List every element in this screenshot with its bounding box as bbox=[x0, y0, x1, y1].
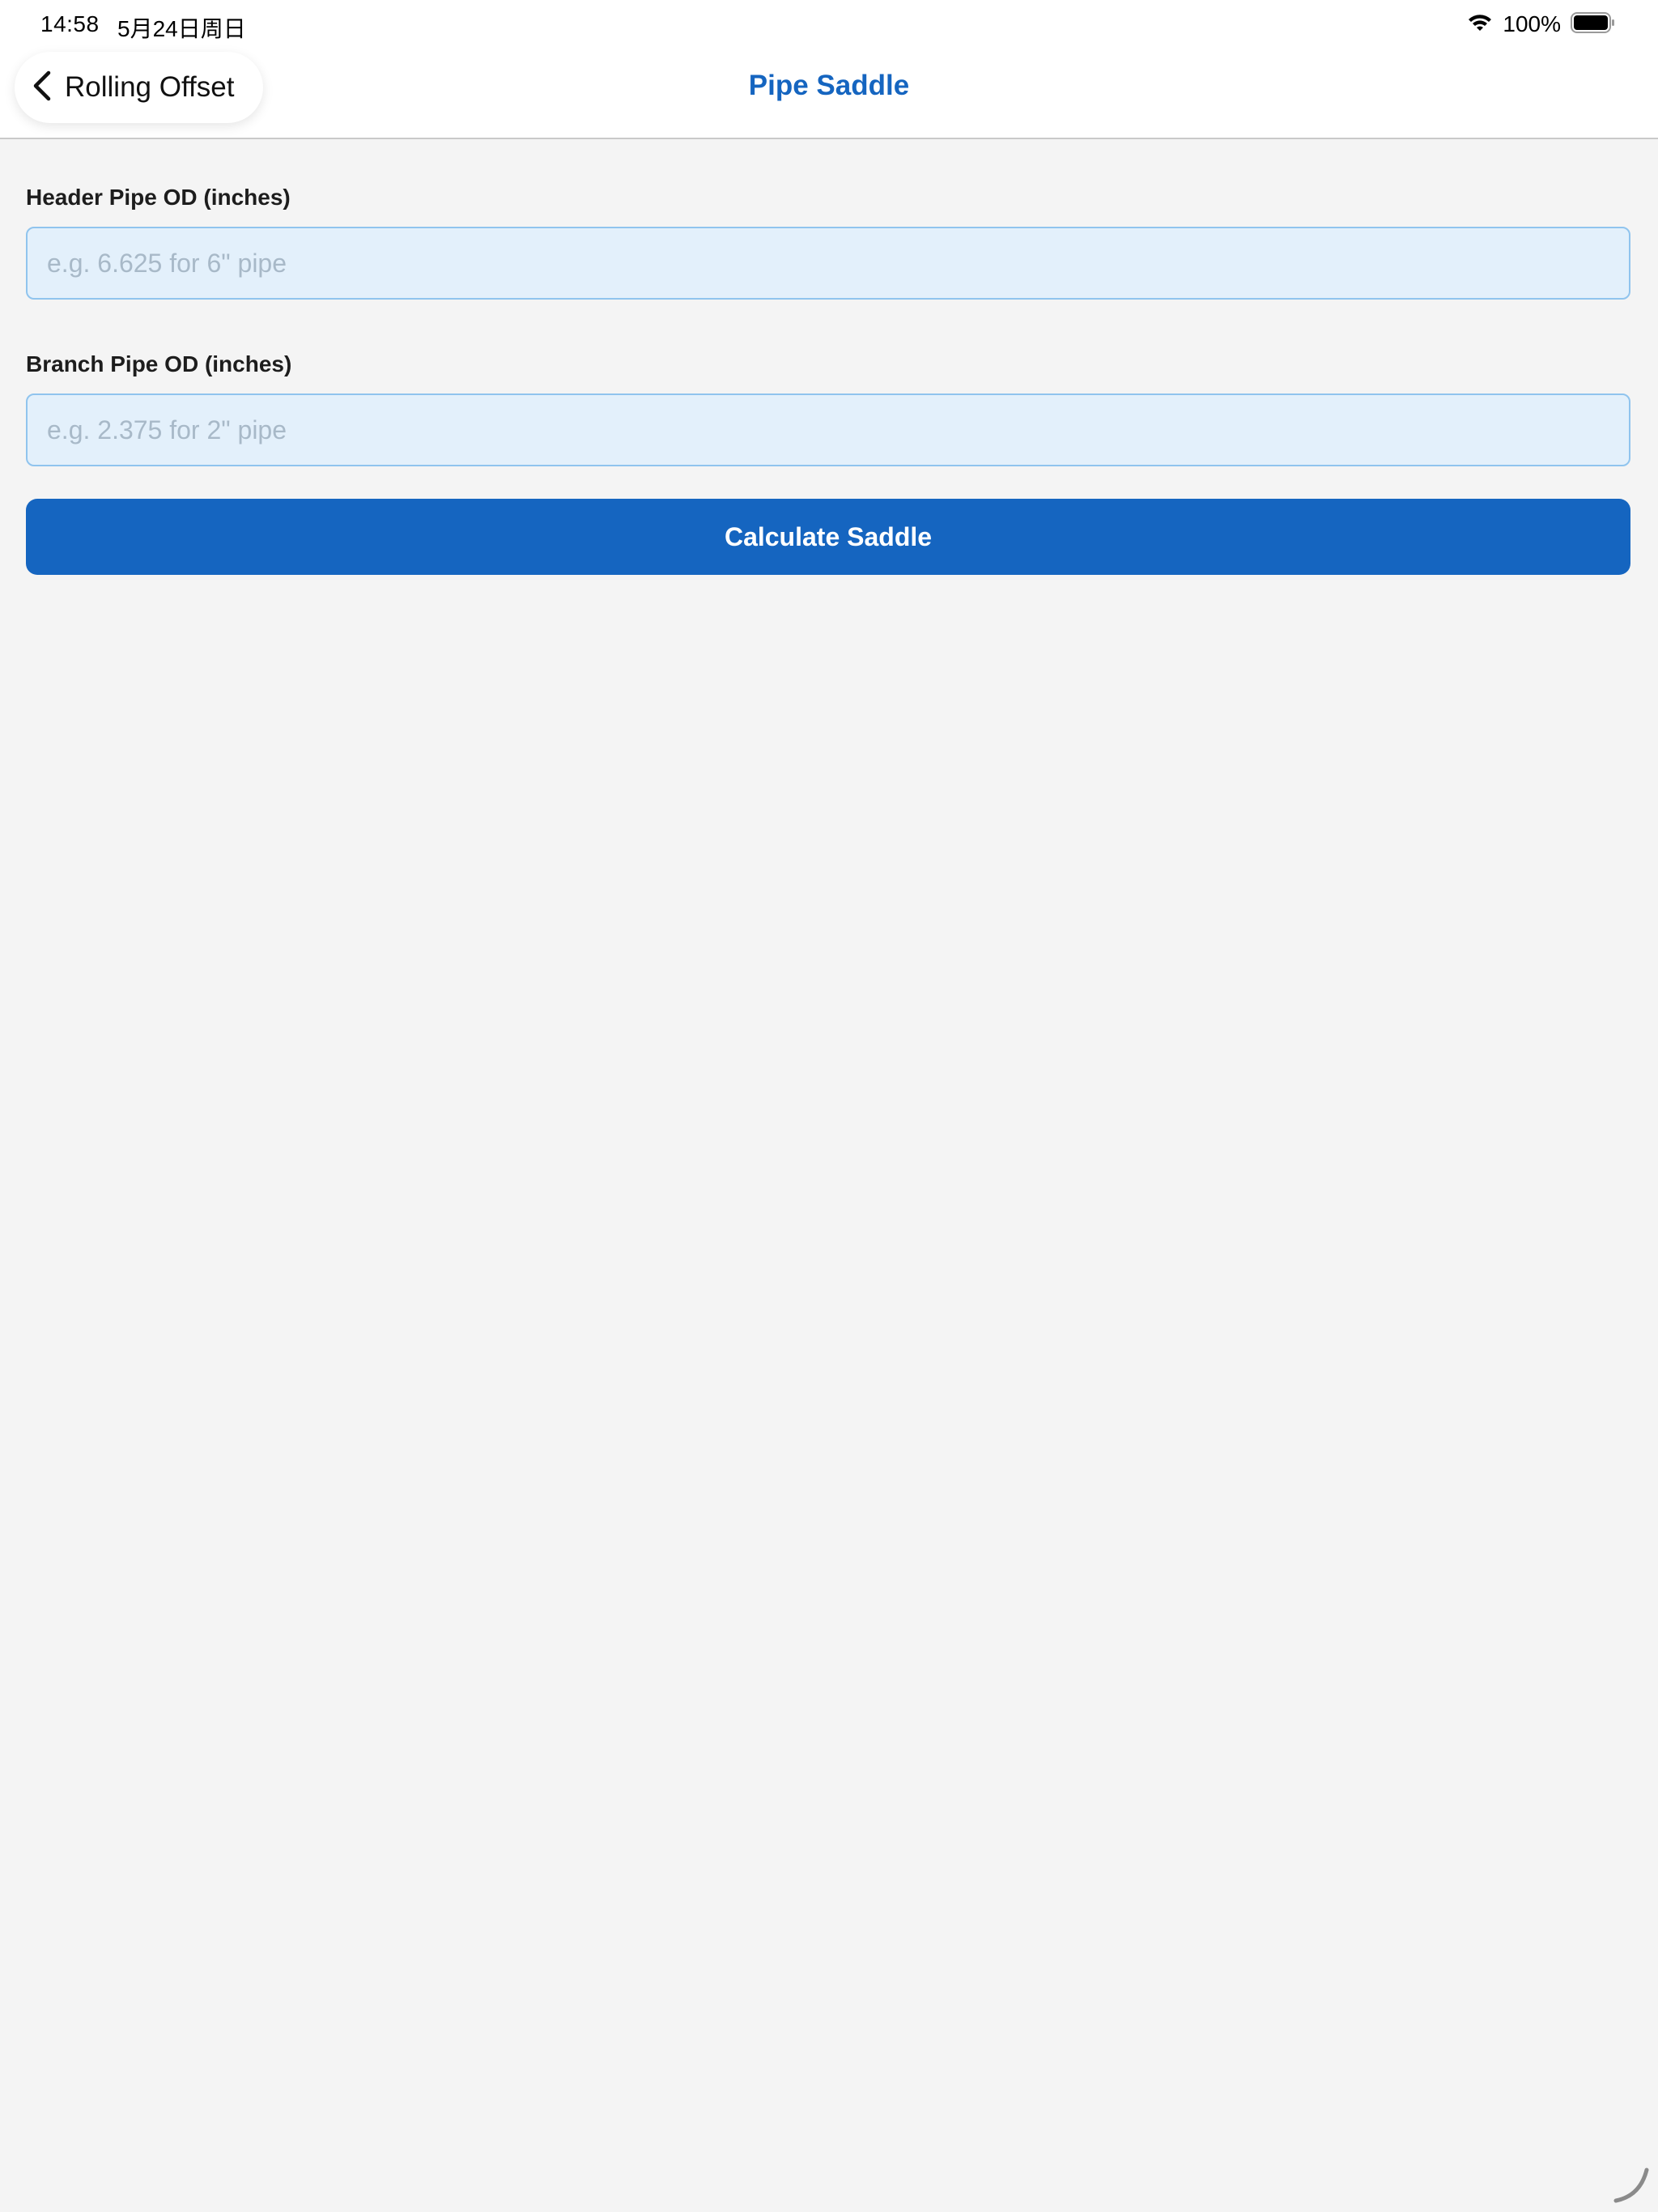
branch-pipe-od-label: Branch Pipe OD (inches) bbox=[26, 351, 292, 376]
battery-full-icon bbox=[1571, 11, 1616, 37]
calculate-saddle-button[interactable]: Calculate Saddle bbox=[26, 499, 1630, 575]
status-date: 5月24日周日 bbox=[117, 16, 246, 41]
header-pipe-od-label: Header Pipe OD (inches) bbox=[26, 185, 291, 210]
status-bar: 14:58 5月24日周日 100% bbox=[0, 0, 1658, 52]
status-indicators: 100% bbox=[1467, 11, 1616, 37]
battery-percent: 100% bbox=[1503, 11, 1561, 36]
page-title: Pipe Saddle bbox=[748, 70, 910, 101]
header-pipe-od-input[interactable] bbox=[26, 227, 1630, 300]
branch-pipe-od-input[interactable] bbox=[26, 393, 1630, 466]
wifi-icon bbox=[1467, 12, 1493, 37]
navigation-bar: Rolling Offset Pipe Saddle bbox=[0, 52, 1658, 139]
corner-resize-handle[interactable] bbox=[1608, 2162, 1653, 2207]
saddle-form: Header Pipe OD (inches) Branch Pipe OD (… bbox=[26, 138, 1632, 575]
status-time: 14:58 bbox=[40, 11, 100, 36]
